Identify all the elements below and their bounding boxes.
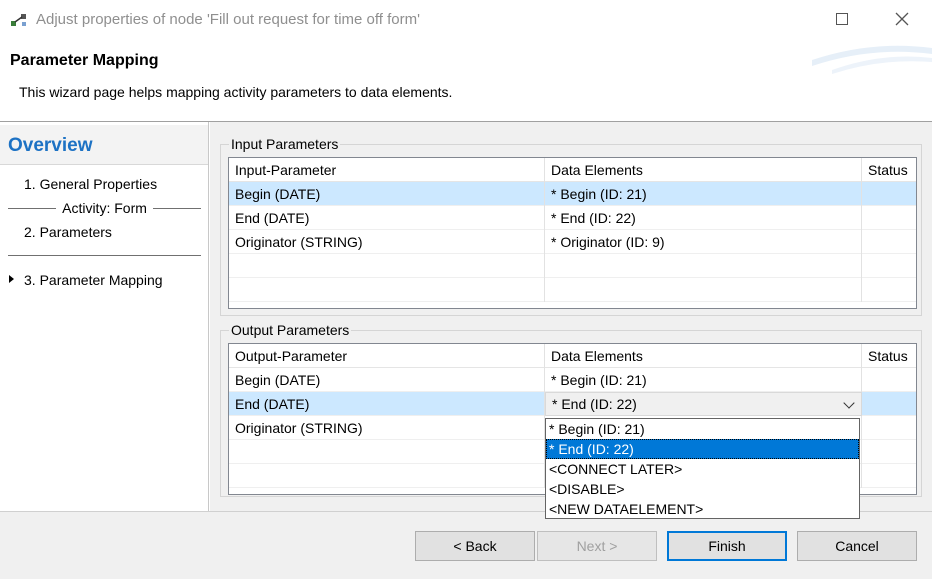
overview-sidebar: Overview 1. General Properties Activity:… bbox=[0, 122, 209, 511]
sidebar-subheading-label: Activity: Form bbox=[62, 200, 147, 216]
overview-title: Overview bbox=[8, 135, 93, 156]
empty-row bbox=[229, 254, 916, 278]
input-parameters-label: Input Parameters bbox=[229, 136, 341, 152]
dropdown-option-begin[interactable]: * Begin (ID: 21) bbox=[546, 419, 859, 439]
param-cell: Originator (STRING) bbox=[229, 230, 545, 254]
header-banner-graphic bbox=[812, 45, 932, 74]
dropdown-option-new-dataelement[interactable]: <NEW DATAELEMENT> bbox=[546, 499, 859, 519]
table-header: Output-Parameter Data Elements Status bbox=[229, 344, 916, 368]
dropdown-option-connect-later[interactable]: <CONNECT LATER> bbox=[546, 459, 859, 479]
data-element-cell[interactable]: * Begin (ID: 21) bbox=[545, 182, 862, 206]
finish-button[interactable]: Finish bbox=[667, 531, 787, 561]
table-row[interactable]: Begin (DATE) * Begin (ID: 21) bbox=[229, 182, 916, 206]
status-cell bbox=[862, 368, 916, 392]
input-parameters-group: Input Parameters Input-Parameter Data El… bbox=[220, 136, 922, 316]
wizard-footer: < Back Next > Finish Cancel bbox=[0, 511, 932, 579]
sidebar-item-parameter-mapping[interactable]: 3. Parameter Mapping bbox=[24, 272, 163, 288]
column-header[interactable]: Status bbox=[862, 344, 916, 368]
sidebar-subheading-activity-form: Activity: Form bbox=[8, 198, 201, 218]
data-element-cell[interactable]: * End (ID: 22) bbox=[545, 206, 862, 230]
page-description: This wizard page helps mapping activity … bbox=[19, 84, 453, 100]
close-button[interactable] bbox=[880, 0, 924, 38]
param-cell: Begin (DATE) bbox=[229, 182, 545, 206]
table-row[interactable]: End (DATE) * End (ID: 22) bbox=[229, 206, 916, 230]
param-cell: Begin (DATE) bbox=[229, 368, 545, 392]
data-element-combobox[interactable]: * End (ID: 22) bbox=[545, 392, 862, 416]
table-row[interactable]: Originator (STRING) * Originator (ID: 9) bbox=[229, 230, 916, 254]
maximize-icon bbox=[836, 13, 848, 25]
status-cell bbox=[862, 206, 916, 230]
sidebar-item-parameters[interactable]: 2. Parameters bbox=[24, 224, 112, 240]
status-cell bbox=[862, 230, 916, 254]
column-header[interactable]: Output-Parameter bbox=[229, 344, 545, 368]
wizard-header: Parameter Mapping This wizard page helps… bbox=[0, 40, 932, 122]
column-header[interactable]: Data Elements bbox=[545, 344, 862, 368]
param-cell: Originator (STRING) bbox=[229, 416, 545, 440]
maximize-button[interactable] bbox=[820, 0, 864, 38]
window-title: Adjust properties of node 'Fill out requ… bbox=[36, 11, 420, 28]
data-element-cell[interactable]: * Begin (ID: 21) bbox=[545, 368, 862, 392]
table-row[interactable]: Begin (DATE) * Begin (ID: 21) bbox=[229, 368, 916, 392]
divider bbox=[8, 207, 57, 209]
param-cell: End (DATE) bbox=[229, 392, 545, 416]
title-bar: Adjust properties of node 'Fill out requ… bbox=[0, 0, 932, 40]
column-header[interactable]: Status bbox=[862, 158, 916, 182]
back-button[interactable]: < Back bbox=[415, 531, 535, 561]
sidebar-divider bbox=[8, 255, 201, 256]
table-header: Input-Parameter Data Elements Status bbox=[229, 158, 916, 182]
output-parameters-label: Output Parameters bbox=[229, 322, 352, 338]
dropdown-option-end[interactable]: * End (ID: 22) bbox=[546, 439, 859, 459]
chevron-down-icon[interactable] bbox=[843, 397, 855, 409]
dropdown-option-disable[interactable]: <DISABLE> bbox=[546, 479, 859, 499]
table-row[interactable]: End (DATE) * End (ID: 22) bbox=[229, 392, 916, 416]
column-header[interactable]: Data Elements bbox=[545, 158, 862, 182]
input-parameters-table[interactable]: Input-Parameter Data Elements Status Beg… bbox=[228, 157, 917, 309]
cancel-button[interactable]: Cancel bbox=[797, 531, 917, 561]
next-button[interactable]: Next > bbox=[537, 531, 657, 561]
empty-row bbox=[229, 278, 916, 302]
column-header[interactable]: Input-Parameter bbox=[229, 158, 545, 182]
param-cell: End (DATE) bbox=[229, 206, 545, 230]
page-title: Parameter Mapping bbox=[10, 52, 159, 69]
status-cell bbox=[862, 182, 916, 206]
status-cell bbox=[862, 416, 916, 440]
status-cell bbox=[862, 392, 916, 416]
combobox-value: * End (ID: 22) bbox=[552, 396, 637, 412]
node-properties-icon bbox=[11, 14, 26, 26]
sidebar-item-general-properties[interactable]: 1. General Properties bbox=[24, 176, 157, 192]
close-icon bbox=[895, 12, 909, 26]
overview-header: Overview bbox=[0, 125, 208, 165]
data-element-cell[interactable]: * Originator (ID: 9) bbox=[545, 230, 862, 254]
divider bbox=[152, 207, 201, 209]
current-step-arrow-icon bbox=[9, 275, 14, 283]
data-element-dropdown-list[interactable]: * Begin (ID: 21) * End (ID: 22) <CONNECT… bbox=[545, 418, 860, 519]
